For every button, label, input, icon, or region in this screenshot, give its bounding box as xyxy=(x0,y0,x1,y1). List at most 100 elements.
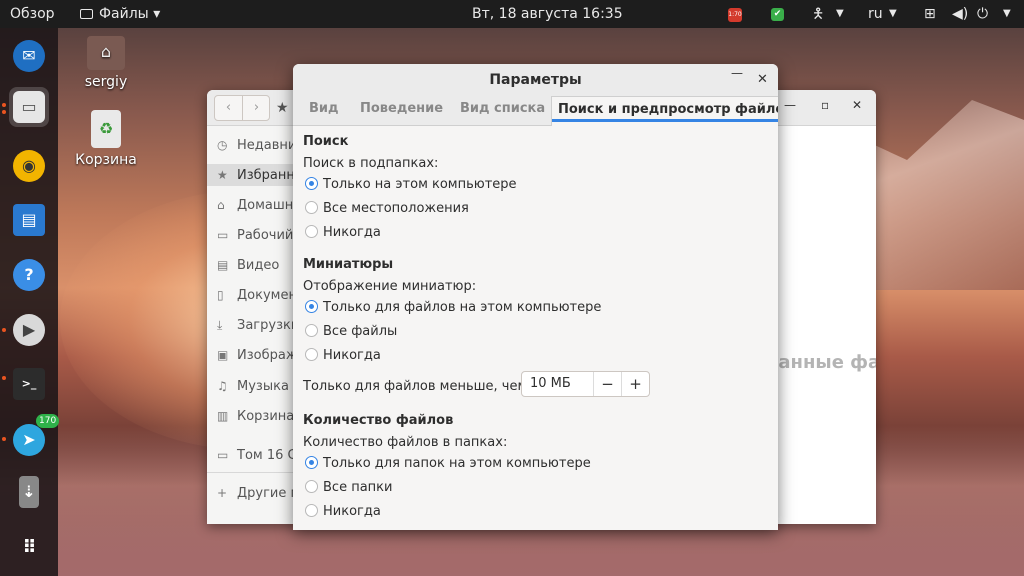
show-apps-button[interactable]: ⠿ xyxy=(9,528,49,568)
chevron-down-icon[interactable]: ▼ xyxy=(1003,0,1011,28)
trash-label: Корзина xyxy=(75,152,137,168)
chevron-down-icon[interactable]: ▼ xyxy=(889,0,897,28)
activities-button[interactable]: Обзор xyxy=(10,0,55,28)
clock[interactable]: Вт, 18 августа 16:35 xyxy=(472,0,623,28)
radio-thumbnails-local[interactable]: Только для файлов на этом компьютере xyxy=(305,298,601,318)
software-launcher[interactable]: ▶ xyxy=(9,310,49,350)
app-menu-files[interactable]: Файлы ▾ xyxy=(80,0,160,28)
forward-button[interactable]: › xyxy=(243,96,270,120)
thumbnails-label: Отображение миниатюр: xyxy=(303,279,477,294)
desktop-trash[interactable]: Корзина xyxy=(66,110,146,168)
back-button[interactable]: ‹ xyxy=(215,96,242,120)
radio-label: Никогда xyxy=(323,348,381,363)
radio-search-all[interactable]: Все местоположения xyxy=(305,199,469,219)
telegram-launcher[interactable]: ➤ 170 xyxy=(9,414,60,460)
writer-launcher[interactable]: ▤ xyxy=(9,200,49,240)
tab-view[interactable]: Вид xyxy=(309,96,339,126)
radio-icon xyxy=(305,324,318,337)
red-indicator-icon[interactable]: 1:70 xyxy=(728,0,742,28)
terminal-launcher[interactable]: >_ xyxy=(9,364,49,404)
language-indicator[interactable]: ru xyxy=(868,0,883,28)
nav-buttons: ‹ › xyxy=(214,95,270,121)
rhythmbox-icon: ◉ xyxy=(13,150,45,182)
radio-label: Никогда xyxy=(323,504,381,519)
radio-thumbnails-all[interactable]: Все файлы xyxy=(305,322,397,342)
folder-icon xyxy=(80,9,93,19)
power-icon[interactable]: ⏻ xyxy=(977,0,988,28)
plus-icon: + xyxy=(217,486,228,500)
sidebar-item-home[interactable]: ⌂Домашняя папка xyxy=(217,194,302,216)
trash-icon xyxy=(91,110,121,148)
chevron-down-icon[interactable]: ▼ xyxy=(836,0,844,28)
close-icon[interactable]: ✕ xyxy=(852,98,862,112)
play-icon: ▶ xyxy=(13,314,45,346)
close-icon[interactable]: ✕ xyxy=(757,72,768,87)
spinner-value[interactable]: 10 МБ xyxy=(530,372,571,396)
decrement-button[interactable]: − xyxy=(593,372,621,396)
thumbnail-size-spinner[interactable]: 10 МБ − + xyxy=(521,371,650,397)
tab-list-columns[interactable]: Вид списка xyxy=(460,96,545,126)
running-indicator xyxy=(2,437,6,441)
sidebar-item-videos[interactable]: ▤ Видео xyxy=(217,254,302,276)
radio-icon xyxy=(305,504,318,517)
sidebar-item-label: Корзина xyxy=(237,409,295,424)
running-indicator xyxy=(2,328,6,332)
tab-behavior[interactable]: Поведение xyxy=(360,96,443,126)
radio-search-local[interactable]: Только на этом компьютере xyxy=(305,175,517,195)
files-launcher[interactable]: ▭ xyxy=(9,87,49,127)
telegram-icon: ➤ xyxy=(13,424,45,456)
sidebar-item-other-locations[interactable]: +Другие места xyxy=(217,482,302,504)
radio-count-all[interactable]: Все папки xyxy=(305,478,392,498)
document-icon: ▯ xyxy=(217,288,224,302)
tab-search-preview[interactable]: Поиск и предпросмотр файлов xyxy=(551,96,778,126)
terminal-icon: >_ xyxy=(13,368,45,400)
file-count-label: Количество файлов в папках: xyxy=(303,435,508,450)
video-icon: ▤ xyxy=(217,258,229,272)
green-indicator-icon[interactable]: ✔ xyxy=(771,0,784,28)
maximize-icon[interactable]: ▫ xyxy=(821,98,829,112)
radio-label: Только для папок на этом компьютере xyxy=(323,456,591,471)
section-heading-thumbnails: Миниатюры xyxy=(303,257,394,272)
desktop-icon: ▭ xyxy=(217,228,229,242)
sidebar-item-documents[interactable]: ▯Документы xyxy=(217,284,302,306)
radio-icon xyxy=(305,201,318,214)
dialog-content: Поиск Поиск в подпапках: Только на этом … xyxy=(303,126,773,530)
radio-label: Только на этом компьютере xyxy=(323,177,517,192)
thunderbird-launcher[interactable]: ✉ xyxy=(9,36,49,76)
thumbnail-size-label: Только для файлов меньше, чем: xyxy=(303,379,532,394)
volume-icon[interactable]: ◀) xyxy=(952,0,968,28)
radio-icon xyxy=(305,348,318,361)
radio-icon xyxy=(305,480,318,493)
help-icon: ? xyxy=(13,259,45,291)
dialog-title: Параметры xyxy=(293,64,778,96)
radio-search-never[interactable]: Никогда xyxy=(305,223,381,243)
desktop-home-folder[interactable]: sergiy xyxy=(66,36,146,90)
sidebar-item-downloads[interactable]: ⤓ Загрузки xyxy=(217,314,302,336)
sidebar-item-starred[interactable]: ★Избранные xyxy=(207,164,302,186)
radio-count-never[interactable]: Никогда xyxy=(305,502,381,522)
help-launcher[interactable]: ? xyxy=(9,255,49,295)
running-indicator xyxy=(2,103,6,107)
search-subfolders-label: Поиск в подпапках: xyxy=(303,156,439,171)
radio-thumbnails-never[interactable]: Никогда xyxy=(305,346,381,366)
rhythmbox-launcher[interactable]: ◉ xyxy=(9,146,49,186)
sidebar-item-desktop[interactable]: ▭Рабочий стол xyxy=(217,224,302,246)
sidebar-item-pictures[interactable]: ▣Изображения xyxy=(217,344,302,366)
sidebar-item-recent[interactable]: ◷ Недавние xyxy=(217,134,302,156)
increment-button[interactable]: + xyxy=(621,372,649,396)
sidebar-item-music[interactable]: ♫ Музыка xyxy=(217,375,302,397)
accessibility-icon[interactable]: 🯅 xyxy=(812,0,824,28)
app-menu-label: Файлы xyxy=(99,6,149,22)
download-icon: ⤓ xyxy=(217,318,223,332)
minimize-icon[interactable]: — xyxy=(731,66,743,80)
radio-count-local[interactable]: Только для папок на этом компьютере xyxy=(305,454,591,474)
network-icon[interactable]: ⊞ xyxy=(924,0,936,28)
home-label: sergiy xyxy=(84,74,128,90)
usb-launcher[interactable]: ⇣ xyxy=(9,472,49,512)
telegram-badge: 170 xyxy=(36,414,60,428)
home-icon: ⌂ xyxy=(217,198,225,212)
tab-bar: Вид Поведение Вид списка Поиск и предпро… xyxy=(293,96,778,126)
minimize-icon[interactable]: — xyxy=(784,98,796,112)
sidebar-item-volume[interactable]: ▭ Том 16 GB xyxy=(217,444,302,466)
sidebar-item-trash[interactable]: ▥ Корзина xyxy=(217,405,302,427)
